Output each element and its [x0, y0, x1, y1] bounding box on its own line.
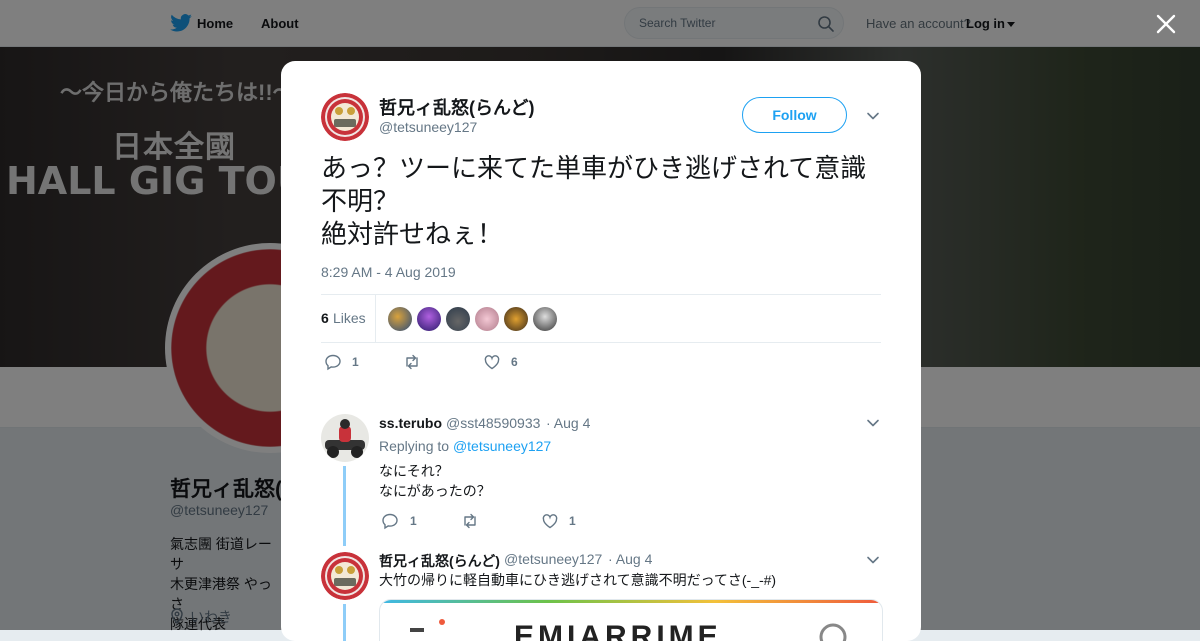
liker-avatar[interactable]	[417, 307, 441, 331]
thread-line	[343, 466, 346, 546]
reply-actions: 1 1	[381, 512, 681, 532]
close-icon[interactable]	[1152, 10, 1180, 38]
reply-icon[interactable]	[324, 353, 342, 371]
liker-avatar[interactable]	[446, 307, 470, 331]
thread-line	[343, 604, 346, 641]
replying-prefix: Replying to	[379, 438, 450, 454]
chevron-down-icon[interactable]	[866, 109, 880, 123]
card-title: EMIARRIME	[514, 620, 722, 641]
card-circle-icon	[819, 623, 847, 641]
reply-icon[interactable]	[381, 512, 399, 530]
liker-avatar[interactable]	[504, 307, 528, 331]
follow-button[interactable]: Follow	[742, 97, 847, 133]
reply-text: 大竹の帰りに軽自動車にひき逃げされて意識不明だってさ(-_-#)	[379, 572, 777, 588]
tweet-modal: 哲兄ィ乱怒(らんど) @tetsuneey127 Follow あっ？ツーに来て…	[281, 61, 921, 641]
retweet-icon[interactable]	[461, 512, 479, 530]
reply-avatar-image	[321, 414, 369, 462]
heart-icon[interactable]	[541, 512, 559, 530]
reply-avatar[interactable]	[321, 552, 369, 600]
reply-date[interactable]: · Aug 4	[546, 415, 590, 431]
liker-avatar[interactable]	[533, 307, 557, 331]
author-name[interactable]: 哲兄ィ乱怒(らんど)	[379, 94, 534, 120]
reply-count: 1	[410, 514, 417, 528]
reply-author-handle[interactable]: @sst48590933	[446, 415, 540, 431]
like-count: 6	[511, 355, 518, 369]
likes-count[interactable]: 6	[321, 310, 329, 326]
tweet-text: あっ？ツーに来てた単車がひき逃げされて意識不明？ 絶対許せねぇ！	[321, 154, 867, 250]
replying-to: Replying to @tetsuneey127	[379, 438, 551, 454]
card-stripe	[380, 600, 882, 603]
author-handle[interactable]: @tetsuneey127	[379, 119, 477, 135]
tweet-stats: 6 Likes	[321, 294, 881, 343]
replying-to-link[interactable]: @tetsuneey127	[453, 438, 551, 454]
author-avatar[interactable]	[321, 93, 369, 141]
reply-text: なにそれ？ なにがあったの？	[379, 463, 491, 499]
link-card[interactable]: EMIARRIME	[379, 599, 883, 641]
retweet-icon[interactable]	[403, 353, 421, 371]
like-count: 1	[569, 514, 576, 528]
reply-avatar[interactable]	[321, 414, 369, 462]
tweet-actions: 1 6	[321, 353, 621, 373]
reply-author-handle[interactable]: @tetsuneey127	[504, 551, 602, 567]
liker-avatar[interactable]	[388, 307, 412, 331]
reply-date[interactable]: · Aug 4	[608, 551, 652, 567]
likes-label[interactable]: Likes	[333, 310, 366, 326]
reply-count: 1	[352, 355, 359, 369]
reply-author-name[interactable]: 哲兄ィ乱怒(らんど)	[379, 551, 500, 571]
chevron-down-icon[interactable]	[866, 553, 880, 567]
heart-icon[interactable]	[483, 353, 501, 371]
stats-divider	[375, 295, 376, 342]
author-avatar-image	[321, 93, 369, 141]
reply-author-name[interactable]: ss.terubo	[379, 415, 442, 431]
reply-avatar-image	[321, 552, 369, 600]
liker-avatar[interactable]	[475, 307, 499, 331]
chevron-down-icon[interactable]	[866, 416, 880, 430]
tweet-timestamp[interactable]: 8:29 AM - 4 Aug 2019	[321, 264, 456, 280]
